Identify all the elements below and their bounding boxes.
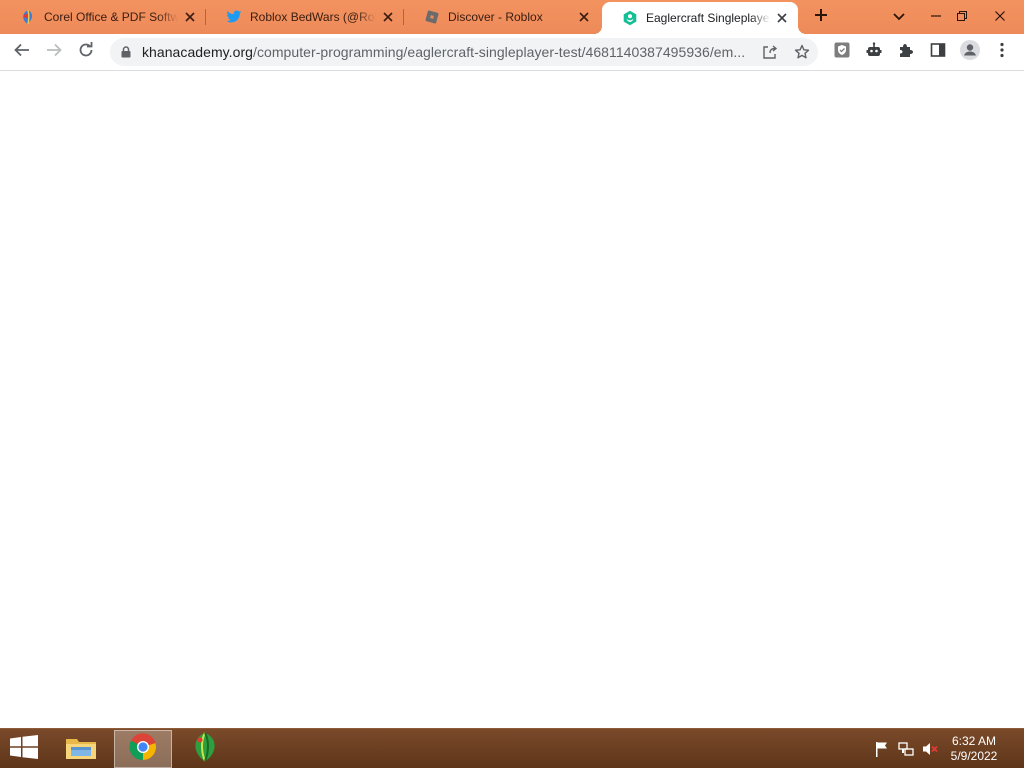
close-window-button[interactable] bbox=[987, 4, 1013, 30]
url-path: /computer-programming/eaglercraft-single… bbox=[253, 44, 746, 60]
restore-button[interactable] bbox=[949, 4, 975, 30]
tab-discover-roblox[interactable]: Discover - Roblox bbox=[404, 0, 600, 34]
side-panel-button[interactable] bbox=[924, 38, 952, 66]
share-icon[interactable] bbox=[762, 44, 778, 60]
clock-date: 5/9/2022 bbox=[950, 749, 998, 763]
minimize-button[interactable] bbox=[923, 4, 949, 30]
tab-corel[interactable]: Corel Office & PDF Software bbox=[0, 0, 206, 34]
back-arrow-icon bbox=[14, 42, 30, 63]
url-text[interactable]: khanacademy.org/computer-programming/eag… bbox=[142, 44, 754, 60]
system-clock[interactable]: 6:32 AM 5/9/2022 bbox=[944, 734, 1004, 764]
back-button[interactable] bbox=[8, 38, 36, 66]
coreldraw-taskbar-button[interactable] bbox=[182, 730, 228, 768]
browser-toolbar: khanacademy.org/computer-programming/eag… bbox=[0, 34, 1024, 71]
reload-button[interactable] bbox=[72, 38, 100, 66]
tab-title: Roblox BedWars (@Roblox_BedWars) bbox=[250, 10, 376, 24]
tab-title: Corel Office & PDF Software bbox=[44, 10, 178, 24]
lock-icon[interactable] bbox=[118, 44, 134, 60]
menu-button[interactable] bbox=[988, 38, 1016, 66]
tab-eaglercraft[interactable]: Eaglercraft Singleplayer Test bbox=[594, 2, 806, 34]
close-icon[interactable] bbox=[380, 9, 396, 25]
close-icon[interactable] bbox=[182, 9, 198, 25]
coreldraw-icon bbox=[191, 732, 219, 767]
flag-icon[interactable] bbox=[874, 741, 890, 757]
profile-icon bbox=[960, 39, 980, 65]
chevron-down-icon bbox=[893, 8, 905, 26]
new-tab-button[interactable] bbox=[808, 4, 834, 30]
windows-taskbar: 6:32 AM 5/9/2022 bbox=[0, 728, 1024, 768]
file-explorer-taskbar-button[interactable] bbox=[58, 730, 104, 768]
restore-icon bbox=[957, 8, 967, 26]
volume-muted-icon[interactable] bbox=[922, 741, 938, 757]
chrome-taskbar-button[interactable] bbox=[114, 730, 172, 768]
close-icon[interactable] bbox=[774, 10, 790, 26]
close-icon bbox=[995, 8, 1005, 26]
file-explorer-icon bbox=[65, 733, 97, 766]
address-bar[interactable]: khanacademy.org/computer-programming/eag… bbox=[110, 38, 818, 66]
shield-extension-button[interactable] bbox=[828, 38, 856, 66]
tab-search-button[interactable] bbox=[886, 4, 912, 30]
forward-button[interactable] bbox=[40, 38, 68, 66]
kebab-menu-icon bbox=[1000, 42, 1004, 63]
twitter-favicon bbox=[226, 9, 242, 25]
forward-arrow-icon bbox=[46, 42, 62, 63]
khan-academy-favicon bbox=[622, 10, 638, 26]
windows-start-icon bbox=[10, 734, 38, 764]
tab-title: Eaglercraft Singleplayer Test bbox=[646, 11, 770, 25]
minimize-icon bbox=[931, 8, 941, 26]
page-content[interactable] bbox=[0, 71, 1024, 728]
chrome-icon bbox=[129, 732, 157, 766]
plus-icon bbox=[814, 8, 828, 27]
network-icon[interactable] bbox=[898, 741, 914, 757]
robot-extension-icon bbox=[866, 41, 882, 63]
extensions-button[interactable] bbox=[892, 38, 920, 66]
close-icon[interactable] bbox=[576, 9, 592, 25]
start-button[interactable] bbox=[4, 730, 44, 768]
side-panel-icon bbox=[930, 42, 946, 63]
clock-time: 6:32 AM bbox=[951, 734, 997, 748]
shield-extension-icon bbox=[834, 42, 850, 63]
corel-favicon bbox=[20, 9, 36, 25]
url-host: khanacademy.org bbox=[142, 44, 253, 60]
reload-icon bbox=[78, 41, 94, 63]
roblox-favicon bbox=[424, 9, 440, 25]
puzzle-extensions-icon bbox=[898, 42, 914, 63]
profile-button[interactable] bbox=[956, 38, 984, 66]
tab-roblox-bedwars[interactable]: Roblox BedWars (@Roblox_BedWars) bbox=[206, 0, 404, 34]
robot-extension-button[interactable] bbox=[860, 38, 888, 66]
tab-strip: Corel Office & PDF Software Roblox BedWa… bbox=[0, 0, 1024, 34]
star-icon[interactable] bbox=[794, 44, 810, 60]
tab-title: Discover - Roblox bbox=[448, 10, 543, 24]
